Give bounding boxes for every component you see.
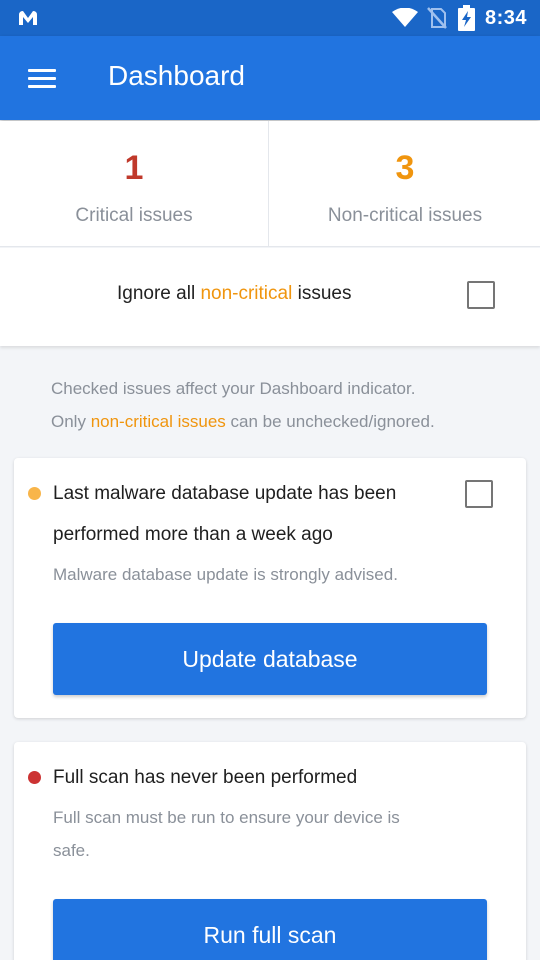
ignore-all-label: Ignore all non-critical issues bbox=[117, 283, 351, 305]
issue-checkbox[interactable] bbox=[465, 480, 493, 508]
ignore-all-suffix: issues bbox=[292, 283, 352, 304]
status-bar: 8:34 bbox=[0, 0, 540, 36]
warning-dot-icon bbox=[28, 487, 41, 500]
app-bar: Dashboard bbox=[0, 36, 540, 120]
info-line-2-prefix: Only bbox=[51, 412, 91, 431]
issue-description-line-1: Full scan must be run to ensure your dev… bbox=[53, 808, 400, 827]
critical-dot-icon bbox=[28, 771, 41, 784]
clock: 8:34 bbox=[485, 7, 528, 29]
issue-description-line-2: safe. bbox=[53, 841, 90, 860]
info-line-2-highlight: non-critical issues bbox=[90, 412, 226, 431]
issue-title: Last malware database update has been pe… bbox=[53, 473, 396, 555]
issue-title-line-1: Last malware database update has been bbox=[53, 483, 397, 504]
non-critical-issues-label: Non-critical issues bbox=[327, 205, 483, 226]
non-critical-issues-summary[interactable]: 3 Non-critical issues bbox=[270, 121, 540, 247]
issue-description: Malware database update is strongly advi… bbox=[53, 565, 398, 584]
issue-description: Full scan must be run to ensure your dev… bbox=[53, 801, 400, 867]
run-full-scan-button[interactable]: Run full scan bbox=[53, 899, 487, 960]
update-database-button[interactable]: Update database bbox=[53, 623, 487, 695]
issue-card-database-update: Last malware database update has been pe… bbox=[14, 458, 526, 718]
issue-title: Full scan has never been performed bbox=[53, 767, 358, 788]
info-line-2: Only non-critical issues can be unchecke… bbox=[51, 405, 521, 438]
critical-issues-count: 1 bbox=[124, 149, 144, 187]
wifi-icon bbox=[392, 8, 418, 27]
page-title: Dashboard bbox=[108, 60, 245, 91]
ignore-all-row: Ignore all non-critical issues bbox=[0, 248, 540, 346]
info-text: Checked issues affect your Dashboard ind… bbox=[51, 372, 521, 438]
ignore-all-highlight: non-critical bbox=[200, 283, 293, 304]
no-sim-icon bbox=[427, 7, 447, 29]
issue-summary: 1 Critical issues 3 Non-critical issues bbox=[0, 121, 540, 247]
critical-issues-summary[interactable]: 1 Critical issues bbox=[0, 121, 269, 247]
battery-charging-icon bbox=[458, 5, 475, 31]
issue-title-line-2: performed more than a week ago bbox=[53, 524, 333, 545]
ignore-all-checkbox[interactable] bbox=[467, 281, 495, 309]
issue-card-full-scan: Full scan has never been performed Full … bbox=[14, 742, 526, 960]
malwarebytes-logo-icon bbox=[19, 11, 37, 25]
non-critical-issues-count: 3 bbox=[395, 149, 415, 187]
critical-issues-label: Critical issues bbox=[75, 205, 193, 226]
ignore-all-prefix: Ignore all bbox=[117, 283, 201, 304]
info-line-2-suffix: can be unchecked/ignored. bbox=[225, 412, 435, 431]
info-line-1: Checked issues affect your Dashboard ind… bbox=[51, 379, 416, 398]
hamburger-menu-icon[interactable] bbox=[18, 60, 66, 96]
